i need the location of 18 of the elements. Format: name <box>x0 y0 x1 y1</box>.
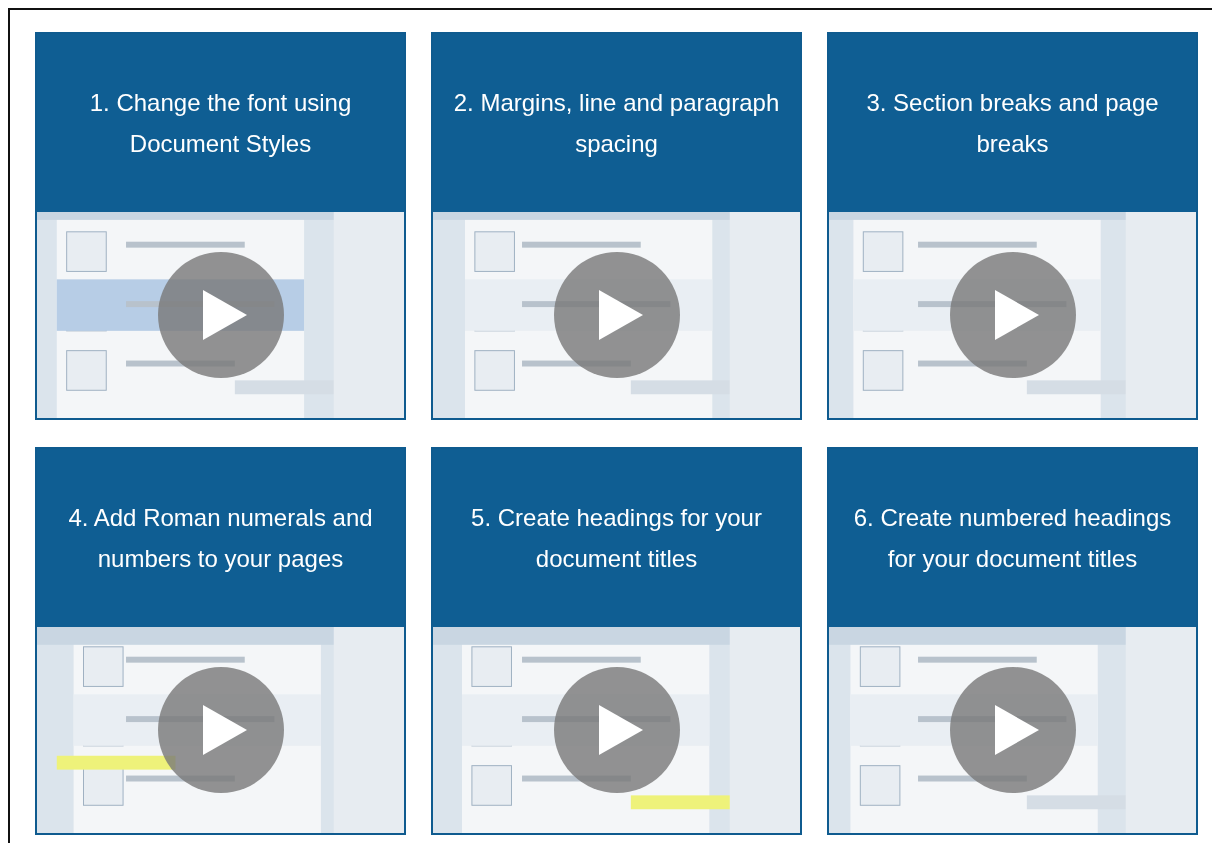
play-icon <box>994 705 1039 755</box>
play-icon <box>598 290 643 340</box>
card-title: 4. Add Roman numerals and numbers to your pages <box>67 503 374 574</box>
video-card[interactable]: 3. Section breaks and page breaks <box>827 32 1198 420</box>
video-card[interactable]: 5. Create headings for your document titles <box>431 447 802 835</box>
card-title: 5. Create headings for your document titles <box>470 503 763 574</box>
card-title: 1. Change the font using Document Styles <box>88 88 353 159</box>
video-card[interactable]: 4. Add Roman numerals and numbers to your pages <box>35 447 406 835</box>
card-title: 3. Section breaks and page breaks <box>865 88 1160 159</box>
video-card[interactable]: 1. Change the font using Document Styles <box>35 32 406 420</box>
play-icon <box>202 290 247 340</box>
play-icon <box>994 290 1039 340</box>
card-title: 6. Create numbered headings for your document titles <box>852 503 1173 574</box>
video-card[interactable]: 2. Margins, line and paragraph spacing <box>431 32 802 420</box>
play-icon <box>202 705 247 755</box>
play-icon <box>598 705 643 755</box>
video-card[interactable]: 6. Create numbered headings for your document titles <box>827 447 1198 835</box>
card-title: 2. Margins, line and paragraph spacing <box>452 88 781 159</box>
